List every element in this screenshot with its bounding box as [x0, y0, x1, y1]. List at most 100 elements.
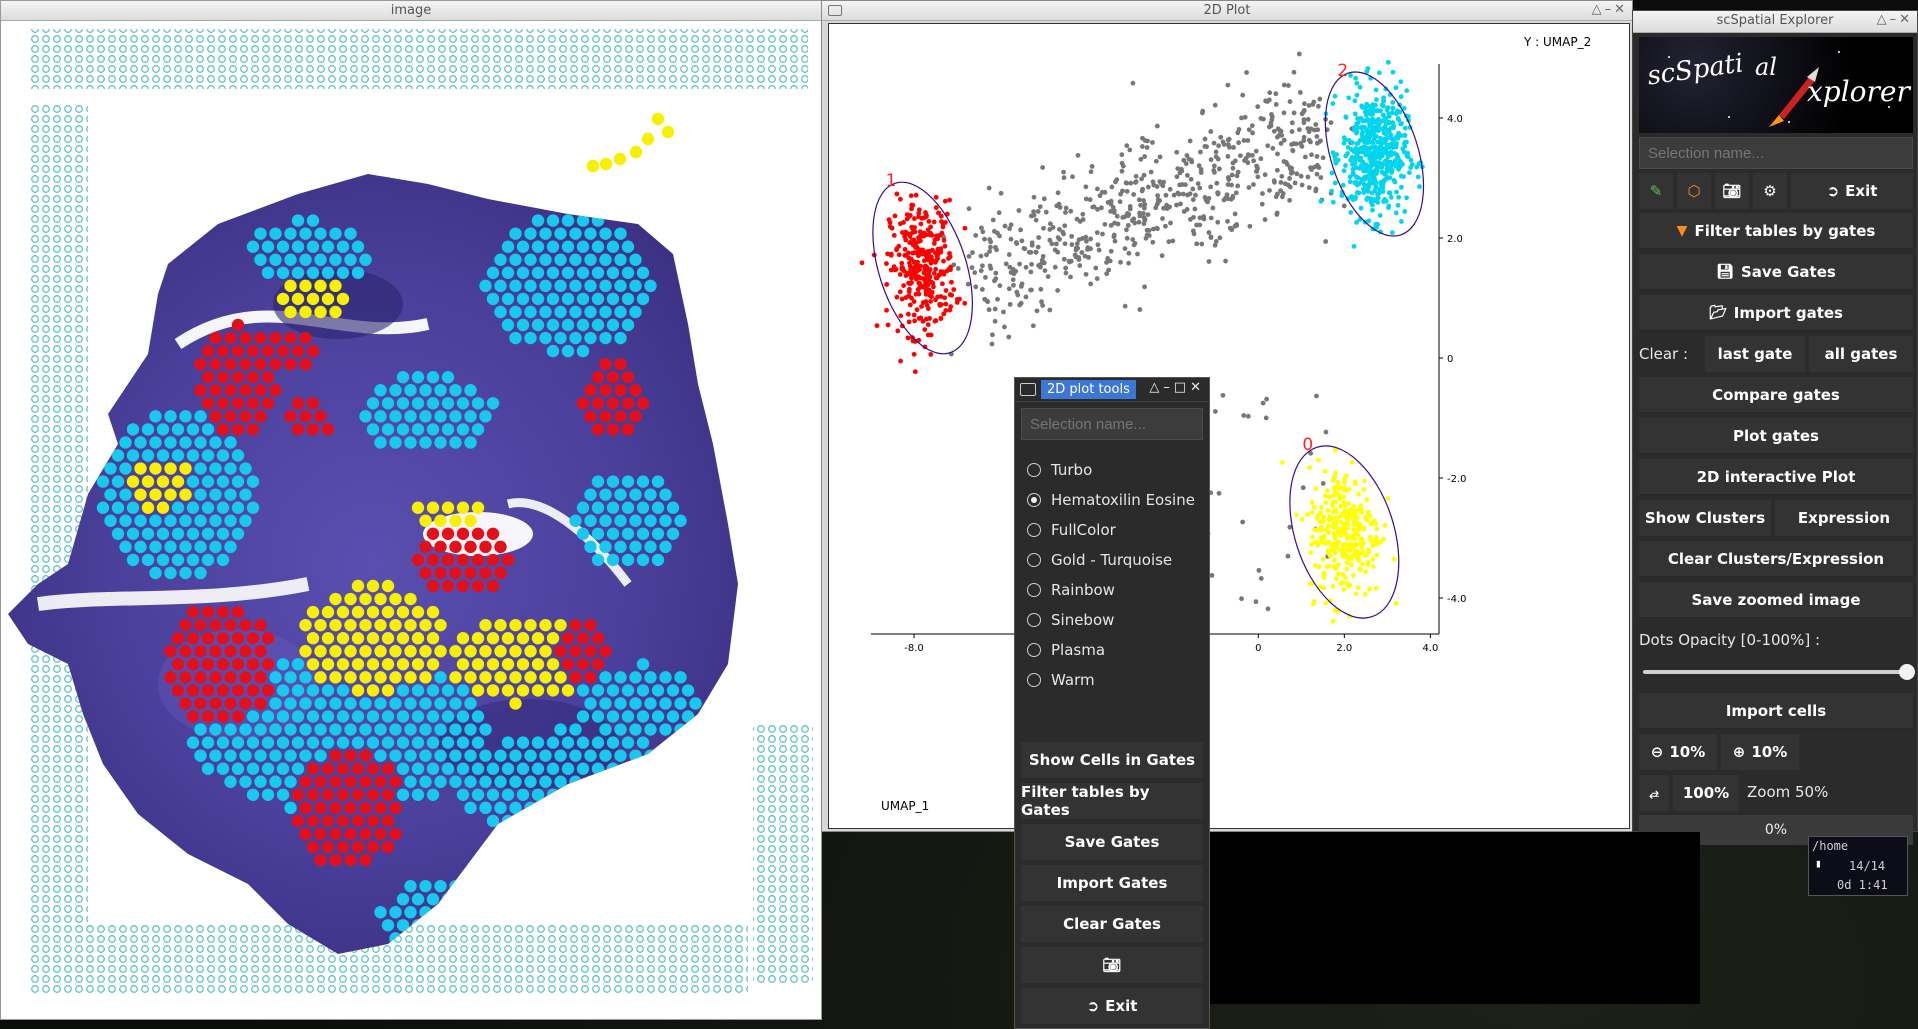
explorer-titlebar[interactable]: scSpatial Explorer △–✕: [1633, 11, 1917, 33]
zoom-out-button[interactable]: ⊖ 10%: [1639, 734, 1717, 770]
scatter-point-ungated: [1011, 282, 1016, 288]
exit-button[interactable]: ➲ Exit: [1791, 173, 1913, 209]
clear-clusters-button[interactable]: Clear Clusters/Expression: [1639, 541, 1913, 577]
tissue-spot: [179, 671, 192, 684]
filter-tables-button[interactable]: ▼ Filter tables by gates: [1639, 213, 1913, 249]
scatter-point-ungated: [1287, 176, 1292, 181]
radio-button[interactable]: [1027, 643, 1041, 657]
opacity-slider-handle[interactable]: [1899, 664, 1915, 680]
scatter-point-ungated: [1022, 246, 1028, 252]
tissue-spot: [231, 684, 245, 697]
radio-button[interactable]: [1027, 583, 1041, 597]
radio-button[interactable]: [1027, 463, 1041, 477]
save-zoomed-button[interactable]: Save zoomed image: [1639, 582, 1913, 618]
scatter-point-ungated: [1139, 188, 1145, 194]
image-window-titlebar[interactable]: image: [1, 1, 821, 21]
tissue-spot: [546, 266, 560, 279]
selection-name-input[interactable]: [1021, 408, 1203, 440]
tissue-spot: [659, 723, 672, 736]
tissue-spot: [336, 240, 350, 253]
tissue-spot: [381, 840, 395, 854]
scatter-point-ungated: [1155, 193, 1161, 198]
opacity-slider[interactable]: [1643, 664, 1915, 680]
save-gates-button[interactable]: 💾︎ Save Gates: [1639, 254, 1913, 290]
tissue-spot: [269, 697, 282, 710]
save-zoomed-label: Save zoomed image: [1691, 590, 1861, 609]
save-gates-button[interactable]: Save Gates: [1021, 824, 1203, 860]
tissue-spot: [381, 762, 395, 775]
expression-button[interactable]: Expression: [1775, 500, 1913, 536]
selection-name-input[interactable]: [1639, 137, 1913, 169]
reset-zoom-button[interactable]: 100%: [1673, 775, 1739, 811]
scatter-point-gate-2: [1381, 199, 1387, 204]
filter-tables-button[interactable]: Filter tables by Gates: [1021, 783, 1203, 819]
tissue-spot: [276, 292, 290, 306]
colormap-option[interactable]: Turbo: [1027, 458, 1092, 482]
zoom-in-button[interactable]: ⊕ 10%: [1721, 734, 1799, 770]
window-controls[interactable]: △–✕: [1592, 2, 1628, 17]
scatter-point-ungated: [1112, 238, 1118, 244]
colormap-option[interactable]: Warm: [1027, 668, 1095, 692]
tissue-spot: [554, 671, 567, 684]
colormap-option[interactable]: Plasma: [1027, 638, 1105, 662]
plot-gates-button[interactable]: Plot gates: [1639, 418, 1913, 454]
tissue-spot: [501, 266, 515, 279]
radio-button[interactable]: [1027, 673, 1041, 687]
clear-all-gates-button[interactable]: all gates: [1809, 336, 1913, 372]
tissue-image-canvas[interactable]: [8, 24, 816, 1014]
clear-last-gate-button[interactable]: last gate: [1705, 336, 1805, 372]
screenshot-button[interactable]: 📷︎: [1021, 947, 1203, 983]
plot-tools-titlebar[interactable]: 2D plot tools △–□✕: [1015, 378, 1209, 402]
plot-window-titlebar[interactable]: 2D Plot △–✕: [822, 1, 1632, 21]
screenshot-button[interactable]: 📷︎: [1715, 173, 1749, 209]
import-gates-button[interactable]: Import Gates: [1021, 865, 1203, 901]
plot-area[interactable]: 120 -8.0-2.002.04.04.02.00-2.0-4.0 UMAP_…: [828, 23, 1630, 829]
show-cells-button[interactable]: Show Cells in Gates: [1021, 742, 1203, 778]
compare-gates-button[interactable]: Compare gates: [1639, 377, 1913, 413]
colormap-option[interactable]: Gold - Turquoise: [1027, 548, 1172, 572]
colormap-option[interactable]: Rainbow: [1027, 578, 1115, 602]
radio-button[interactable]: [1027, 523, 1041, 537]
tissue-spot: [224, 775, 237, 788]
terminal-window[interactable]: [1208, 832, 1700, 1004]
scatter-point-gate-0: [1345, 543, 1351, 548]
tissue-spot: [246, 397, 260, 410]
tissue-spot: [509, 305, 522, 319]
explorer-window-controls[interactable]: △–✕: [1877, 12, 1913, 27]
scatter-point-ungated: [1088, 246, 1094, 252]
tissue-spot: [164, 488, 177, 501]
tissue-spot: [464, 540, 477, 554]
window-menu-icon[interactable]: [1020, 383, 1036, 396]
show-clusters-button[interactable]: Show Clusters: [1639, 500, 1771, 536]
tissue-image[interactable]: [8, 24, 816, 1014]
draw-pen-button[interactable]: ✎: [1639, 173, 1673, 209]
polygon-button[interactable]: ⬡: [1677, 173, 1711, 209]
scatter-point-gate-0: [1308, 542, 1314, 547]
colormap-option[interactable]: FullColor: [1027, 518, 1116, 542]
scatter-plot[interactable]: 120 -8.0-2.002.04.04.02.00-2.0-4.0 UMAP_…: [829, 24, 1629, 828]
scatter-point-ungated: [1077, 263, 1083, 268]
scatter-point-ungated: [1225, 196, 1231, 202]
plot-tools-window-controls[interactable]: △–□✕: [1149, 380, 1205, 395]
radio-button[interactable]: [1027, 553, 1041, 567]
tissue-spot: [231, 449, 245, 462]
clear-gates-button[interactable]: Clear Gates: [1021, 906, 1203, 942]
interactive-plot-button[interactable]: 2D interactive Plot: [1639, 459, 1913, 495]
settings-button[interactable]: ⚙: [1753, 173, 1787, 209]
tissue-spot: [329, 618, 342, 632]
colormap-option[interactable]: Hematoxilin Eosine: [1027, 488, 1195, 512]
scatter-point-ungated: [1108, 248, 1114, 254]
radio-button[interactable]: [1027, 613, 1041, 627]
import-gates-button[interactable]: 📂︎ Import gates: [1639, 295, 1913, 331]
scatter-point-gate-1: [912, 216, 917, 221]
exit-button[interactable]: ➲ Exit: [1021, 988, 1203, 1024]
scatter-point-gate-0: [1299, 516, 1305, 522]
tissue-spot: [471, 553, 485, 567]
radio-button[interactable]: [1027, 493, 1041, 507]
scatter-point-gate-2: [1395, 202, 1401, 208]
scatter-point-gate-1: [934, 253, 940, 258]
fit-view-button[interactable]: ⥄: [1639, 775, 1669, 811]
colormap-option[interactable]: Sinebow: [1027, 608, 1114, 632]
import-cells-button[interactable]: Import cells: [1639, 693, 1913, 729]
scatter-point-gate-0: [1347, 556, 1352, 561]
